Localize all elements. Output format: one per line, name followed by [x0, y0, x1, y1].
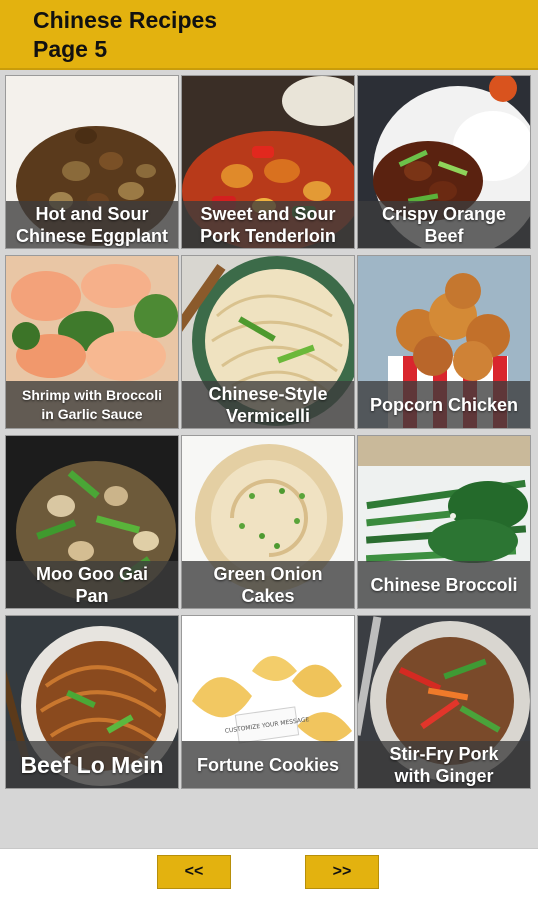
recipe-caption: Crispy Orange Beef — [358, 201, 530, 248]
app-header: Chinese Recipes Page 5 — [0, 0, 538, 70]
recipe-caption: Popcorn Chicken — [358, 381, 530, 428]
recipe-tile-stir-fry-pork-with-ginger[interactable]: Stir-Fry Pork with Ginger — [357, 615, 531, 789]
recipe-caption: Fortune Cookies — [182, 741, 354, 788]
recipe-caption: Hot and Sour Chinese Eggplant — [6, 201, 178, 248]
recipe-caption: Moo Goo Gai Pan — [6, 561, 178, 608]
recipe-caption: Green Onion Cakes — [182, 561, 354, 608]
recipe-tile-fortune-cookies[interactable]: CUSTOMIZE YOUR MESSAGE Fortune Cookies — [181, 615, 355, 789]
recipe-tile-popcorn-chicken[interactable]: Popcorn Chicken — [357, 255, 531, 429]
recipe-tile-crispy-orange-beef[interactable]: Crispy Orange Beef — [357, 75, 531, 249]
recipe-caption: Chinese Broccoli — [358, 561, 530, 608]
recipe-caption: Sweet and Sour Pork Tenderloin — [182, 201, 354, 248]
page-title: Chinese Recipes Page 5 — [33, 6, 217, 64]
pagination-bar: << >> — [0, 848, 538, 900]
recipe-grid: Hot and Sour Chinese Eggplant Sweet and S… — [0, 70, 538, 848]
recipe-tile-sweet-and-sour-pork-tenderloin[interactable]: Sweet and Sour Pork Tenderloin — [181, 75, 355, 249]
title-line-1: Chinese Recipes — [33, 7, 218, 33]
recipe-caption: Shrimp with Broccoli in Garlic Sauce — [6, 381, 178, 428]
recipe-tile-moo-goo-gai-pan[interactable]: Moo Goo Gai Pan — [5, 435, 179, 609]
next-page-button[interactable]: >> — [305, 855, 379, 889]
recipe-caption: Chinese-Style Vermicelli — [182, 381, 354, 428]
title-line-2: Page 5 — [33, 36, 108, 62]
recipe-tile-chinese-style-vermicelli[interactable]: Chinese-Style Vermicelli — [181, 255, 355, 429]
recipe-caption: Beef Lo Mein — [6, 741, 178, 788]
recipe-tile-chinese-broccoli[interactable]: Chinese Broccoli — [357, 435, 531, 609]
recipe-tile-hot-and-sour-chinese-eggplant[interactable]: Hot and Sour Chinese Eggplant — [5, 75, 179, 249]
recipe-tile-green-onion-cakes[interactable]: Green Onion Cakes — [181, 435, 355, 609]
recipe-tile-beef-lo-mein[interactable]: Beef Lo Mein — [5, 615, 179, 789]
recipe-caption: Stir-Fry Pork with Ginger — [358, 741, 530, 788]
previous-page-button[interactable]: << — [157, 855, 231, 889]
recipe-tile-shrimp-with-broccoli[interactable]: Shrimp with Broccoli in Garlic Sauce — [5, 255, 179, 429]
